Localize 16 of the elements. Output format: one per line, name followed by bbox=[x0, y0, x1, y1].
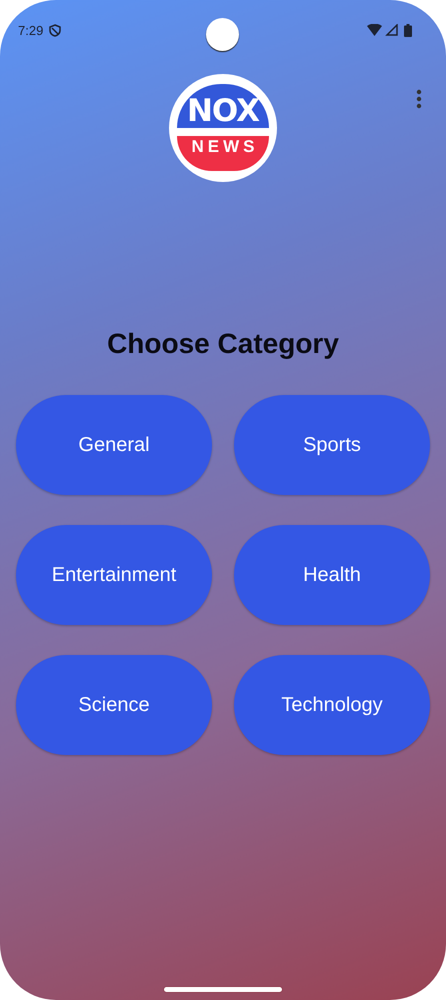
category-button[interactable]: General bbox=[16, 395, 212, 495]
category-button[interactable]: Sports bbox=[234, 395, 430, 495]
status-time: 7:29 bbox=[18, 22, 44, 38]
wifi-icon bbox=[367, 24, 382, 36]
signal-icon bbox=[385, 24, 398, 36]
category-button[interactable]: Entertainment bbox=[16, 525, 212, 625]
logo-text: NOX bbox=[186, 94, 260, 128]
camera-cutout bbox=[206, 18, 239, 51]
category-button[interactable]: Health bbox=[234, 525, 430, 625]
more-options-icon[interactable] bbox=[416, 89, 422, 109]
battery-icon bbox=[404, 24, 412, 36]
shield-icon bbox=[49, 24, 62, 36]
logo-text: NEWS bbox=[192, 136, 258, 158]
category-button[interactable]: Technology bbox=[234, 655, 430, 755]
page-title: Choose Category bbox=[107, 328, 339, 360]
category-button[interactable]: Science bbox=[16, 655, 212, 755]
